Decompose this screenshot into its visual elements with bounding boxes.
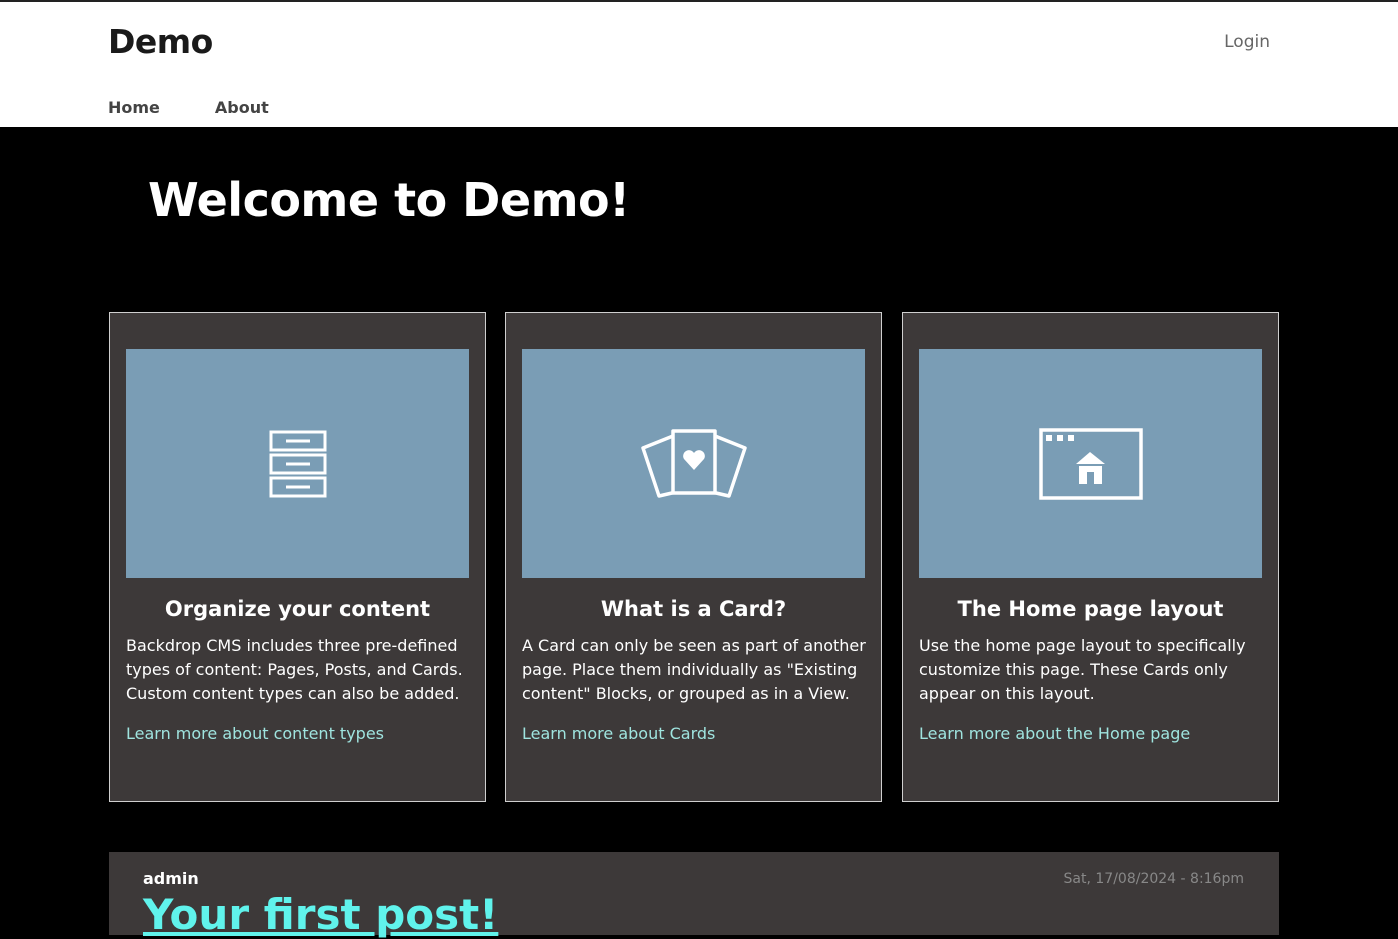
card-title: What is a Card? (600, 597, 787, 621)
card-body: Use the home page layout to specifically… (919, 634, 1264, 746)
card-link[interactable]: Learn more about content types (126, 722, 471, 746)
nav-item-home[interactable]: Home (108, 98, 160, 117)
card-description: Use the home page layout to specifically… (919, 636, 1246, 703)
card-title: Organize your content (164, 597, 431, 621)
card-image (522, 349, 865, 578)
site-logo[interactable]: Demo (108, 22, 213, 61)
card-image (126, 349, 469, 578)
card-home-layout: The Home page layout Use the home page l… (902, 312, 1279, 802)
main-nav: Home About (108, 98, 324, 117)
card-what-is-card: What is a Card? A Card can only be seen … (505, 312, 882, 802)
card-description: A Card can only be seen as part of anoth… (522, 636, 866, 703)
home-layout-icon (1038, 427, 1143, 500)
login-link[interactable]: Login (1224, 32, 1270, 52)
card-organize-content: Organize your content Backdrop CMS inclu… (109, 312, 486, 802)
post-date: Sat, 17/08/2024 - 8:16pm (1063, 871, 1244, 887)
page-title: Welcome to Demo! (148, 173, 630, 227)
card-link[interactable]: Learn more about the Home page (919, 722, 1264, 746)
card-description: Backdrop CMS includes three pre-defined … (126, 636, 463, 703)
site-header: Demo Login Home About (0, 2, 1398, 127)
post-teaser: admin Sat, 17/08/2024 - 8:16pm Your firs… (109, 852, 1279, 939)
post-author[interactable]: admin (143, 869, 199, 888)
card-link[interactable]: Learn more about Cards (522, 722, 867, 746)
nav-item-about[interactable]: About (215, 98, 269, 117)
card-body: A Card can only be seen as part of anoth… (522, 634, 867, 746)
post-title-link[interactable]: Your first post! (143, 890, 498, 939)
filing-cabinet-icon (269, 430, 326, 497)
card-image (919, 349, 1262, 578)
card-body: Backdrop CMS includes three pre-defined … (126, 634, 471, 746)
playing-cards-icon (640, 428, 747, 498)
card-title: The Home page layout (957, 597, 1224, 621)
